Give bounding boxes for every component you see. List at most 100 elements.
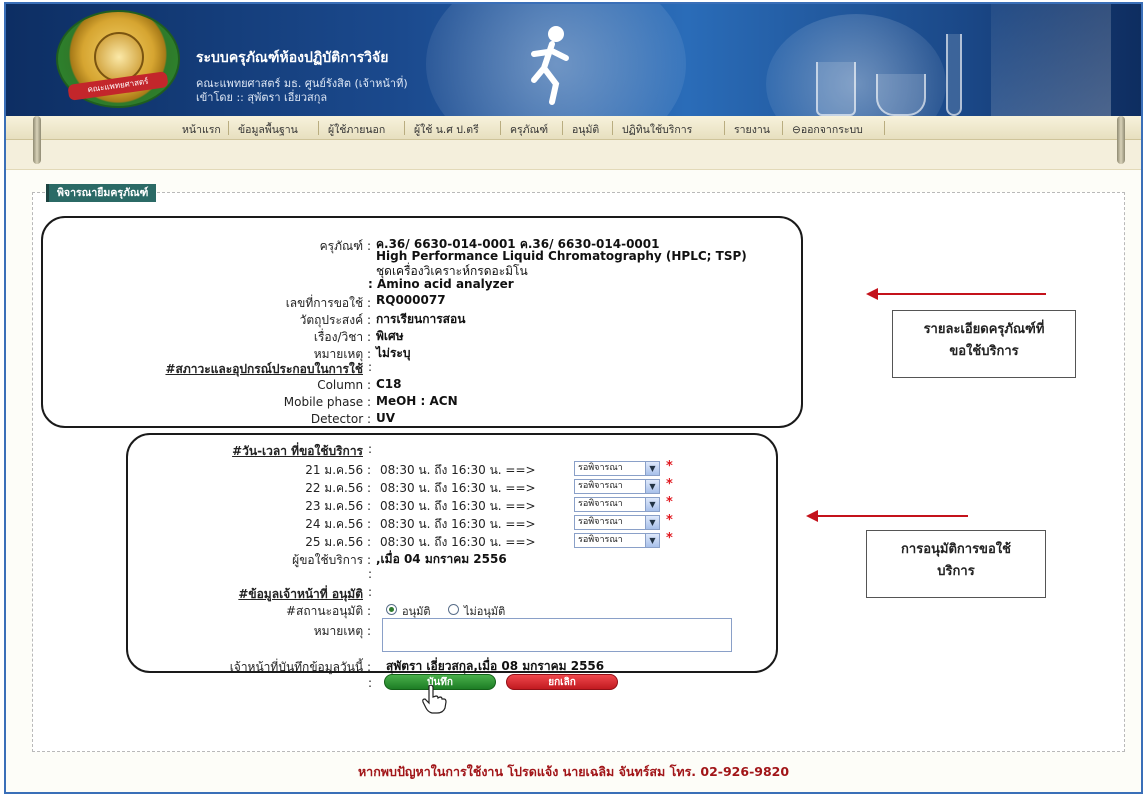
status-select[interactable]: รอพิจารณา ▼ [574, 497, 660, 512]
nav-separator [884, 121, 885, 135]
status-select-value: รอพิจารณา [578, 517, 623, 527]
nav-home[interactable]: หน้าแรก [182, 121, 221, 138]
schedule-date: 23 ม.ค.56 : [305, 499, 371, 513]
column-value: C18 [376, 377, 402, 391]
logged-in-user: เข้าโดย :: สุพัตรา เอี่ยวสกุล [196, 91, 328, 104]
panel-legend: พิจารณายืมครุภัณฑ์ [46, 184, 157, 202]
approval-heading-colon: : [368, 585, 373, 599]
required-mark: * [666, 513, 673, 528]
nav-logout[interactable]: ⊖ออกจากระบบ [792, 121, 863, 138]
schedule-time: 08:30 น. ถึง 16:30 น. ==> [380, 517, 536, 531]
running-figure-icon [531, 26, 569, 105]
required-mark: * [666, 531, 673, 546]
blank-colon: : [368, 567, 373, 581]
schedule-date: 22 ม.ค.56 : [305, 481, 371, 495]
schedule-heading: #วัน-เวลา ที่ขอใช้บริการ [232, 444, 363, 458]
required-mark: * [666, 477, 673, 492]
mobile-phase-label: Mobile phase : [283, 395, 371, 409]
status-select[interactable]: รอพิจารณา ▼ [574, 533, 660, 548]
status-select[interactable]: รอพิจารณา ▼ [574, 515, 660, 530]
chevron-down-icon: ▼ [645, 534, 659, 547]
scroll-ornament-left [26, 116, 48, 164]
schedule-time: 08:30 น. ถึง 16:30 น. ==> [380, 499, 536, 513]
chevron-down-icon: ▼ [645, 480, 659, 493]
nav-logout-label: ออกจากระบบ [800, 124, 863, 136]
nav-separator [562, 121, 563, 135]
details-callout: รายละเอียดครุภัณฑ์ที่ ขอใช้บริการ [892, 310, 1076, 378]
details-callout-line1: รายละเอียดครุภัณฑ์ที่ [923, 322, 1045, 337]
detector-label: Detector : [310, 412, 371, 426]
nav-calendar[interactable]: ปฏิทินใช้บริการ [622, 121, 692, 138]
chevron-down-icon: ▼ [645, 516, 659, 529]
chevron-down-icon: ▼ [645, 462, 659, 475]
conditions-colon: : [368, 360, 373, 374]
schedule-date: 25 ม.ค.56 : [305, 535, 371, 549]
page-frame: คณะแพทยศาสตร์ ระบบครุภัณฑ์ห้องปฏิบัติการ… [4, 2, 1143, 794]
nav-separator [724, 121, 725, 135]
cancel-button[interactable]: ยกเลิก [506, 674, 618, 690]
callout-arrow [866, 288, 1046, 300]
nav-equipment[interactable]: ครุภัณฑ์ [510, 121, 548, 138]
buttons-colon: : [368, 676, 373, 690]
hand-pointer-icon [422, 684, 447, 714]
approval-callout: การอนุมัติการขอใช้ บริการ [866, 530, 1046, 598]
schedule-date: 24 ม.ค.56 : [305, 517, 371, 531]
nav-basic-data[interactable]: ข้อมูลพื้นฐาน [238, 121, 298, 138]
required-mark: * [666, 495, 673, 510]
requester-value: ,เมื่อ 04 มกราคม 2556 [376, 552, 507, 566]
flask-icon [876, 74, 926, 116]
conditions-heading: #สภาวะและอุปกรณ์ประกอบในการใช้ [165, 362, 363, 376]
schedule-time: 08:30 น. ถึง 16:30 น. ==> [380, 481, 536, 495]
approval-status-label: #สถานะอนุมัติ : [285, 604, 371, 618]
nav-student-users[interactable]: ผู้ใช้ น.ศ ป.ตรี [414, 121, 479, 138]
nav-separator [404, 121, 405, 135]
schedule-time: 08:30 น. ถึง 16:30 น. ==> [380, 463, 536, 477]
status-select-value: รอพิจารณา [578, 535, 623, 545]
status-select-value: รอพิจารณา [578, 499, 623, 509]
scroll-ornament-right [1110, 116, 1132, 164]
request-no: RQ000077 [376, 293, 446, 307]
nav-separator [782, 121, 783, 135]
detector-value: UV [376, 411, 396, 425]
site-title: ระบบครุภัณฑ์ห้องปฏิบัติการวิจัย [196, 50, 389, 66]
remark-textarea[interactable] [382, 618, 732, 652]
details-callout-line2: ขอใช้บริการ [949, 344, 1019, 359]
status-select-value: รอพิจารณา [578, 463, 623, 473]
approval-callout-line1: การอนุมัติการขอใช้ [901, 542, 1011, 557]
nav-shadow-band [6, 140, 1141, 170]
status-select-value: รอพิจารณา [578, 481, 623, 491]
beaker-icon [816, 62, 856, 116]
approval-callout-line2: บริการ [937, 564, 975, 579]
status-select[interactable]: รอพิจารณา ▼ [574, 479, 660, 494]
recorder-label: เจ้าหน้าที่บันทึกข้อมูลวันนี้ : [229, 660, 371, 674]
hand-pipette-image [991, 4, 1111, 116]
mobile-phase-value: MeOH : ACN [376, 394, 458, 408]
nav-separator [500, 121, 501, 135]
reject-radio[interactable] [448, 604, 459, 615]
footer-contact: หากพบปัญหาในการใช้งาน โปรดแจ้ง นายเฉลิม … [357, 764, 790, 779]
requester-label: ผู้ขอใช้บริการ : [292, 553, 371, 567]
nav-separator [612, 121, 613, 135]
equipment-label: ครุภัณฑ์ : [319, 239, 371, 253]
equipment-model: : Amino acid analyzer [368, 277, 514, 291]
main-nav: หน้าแรก ข้อมูลพื้นฐาน ผู้ใช้ภายนอก ผู้ใช… [6, 116, 1141, 140]
faculty-logo: คณะแพทยศาสตร์ [56, 10, 180, 108]
required-mark: * [666, 459, 673, 474]
callout-arrow [806, 510, 968, 522]
nav-approve[interactable]: อนุมัติ [572, 121, 599, 138]
column-label: Column : [317, 378, 371, 392]
nav-separator [228, 121, 229, 135]
test-tube-icon [946, 34, 962, 116]
nav-external-users[interactable]: ผู้ใช้ภายนอก [328, 121, 385, 138]
note-value: ไม่ระบุ [376, 346, 411, 360]
header-banner: คณะแพทยศาสตร์ ระบบครุภัณฑ์ห้องปฏิบัติการ… [6, 4, 1141, 116]
approve-radio[interactable] [386, 604, 397, 615]
remark-label: หมายเหตุ : [313, 624, 371, 638]
status-select[interactable]: รอพิจารณา ▼ [574, 461, 660, 476]
nav-reports[interactable]: รายงาน [734, 121, 770, 138]
schedule-date: 21 ม.ค.56 : [305, 463, 371, 477]
chevron-down-icon: ▼ [645, 498, 659, 511]
logout-icon: ⊖ [792, 124, 801, 136]
nav-separator [318, 121, 319, 135]
equipment-name: High Performance Liquid Chromatography (… [376, 249, 747, 263]
